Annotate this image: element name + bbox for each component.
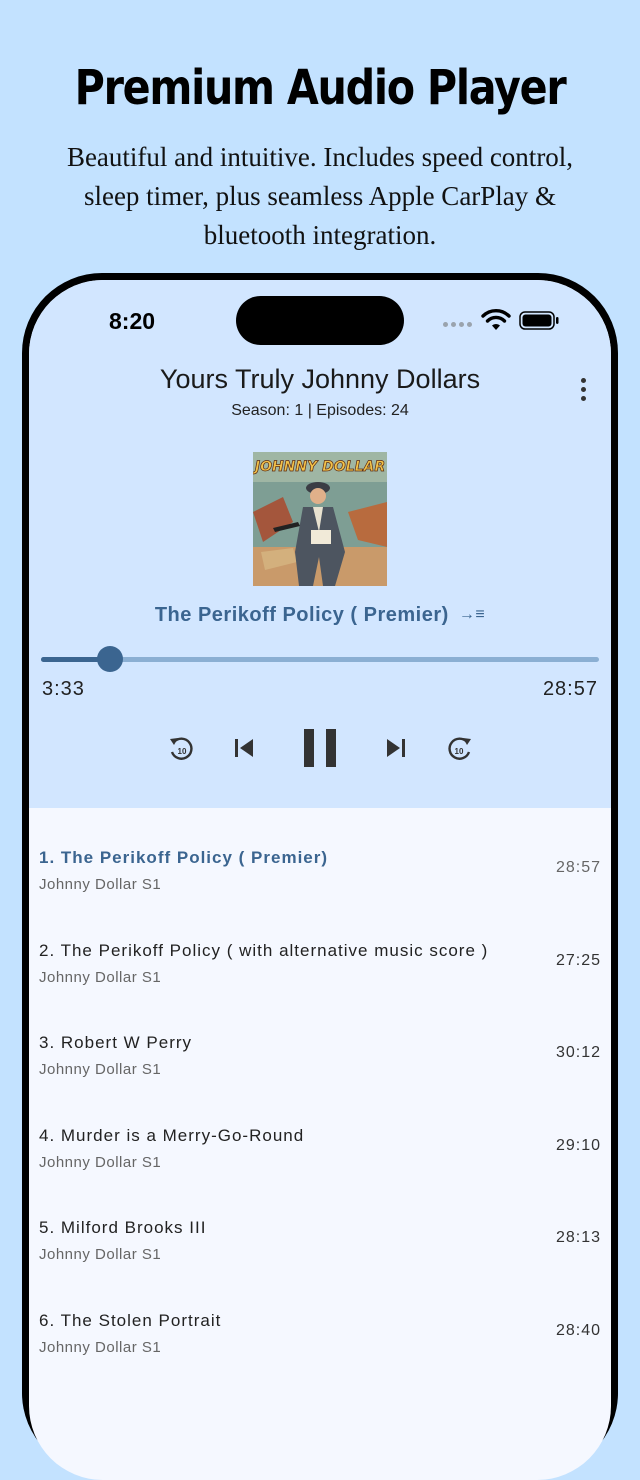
episode-title: 6. The Stolen Portrait: [39, 1310, 222, 1330]
album-title: Yours Truly Johnny Dollars: [159, 364, 481, 394]
episode-title: 5. Milford Brooks III: [39, 1218, 207, 1237]
episode-title: 4. Murder is a Merry-Go-Round: [39, 1125, 305, 1145]
skip-previous-icon[interactable]: [224, 728, 264, 768]
promo-headline: Premium Audio Player: [74, 60, 567, 116]
now-playing-title-text: The Perikoff Policy ( Premier): [154, 604, 449, 626]
episode-duration: 28:57: [555, 859, 601, 876]
episode-artist: Johnny Dollar S1: [39, 1153, 162, 1171]
episode-duration: 28:40: [555, 1321, 601, 1339]
episode-row[interactable]: 1. The Perikoff Policy ( Premier) Johnny…: [29, 808, 611, 901]
player-panel: 8:20 Yours Truly Johnny Dollars Season: …: [29, 280, 611, 808]
episode-row[interactable]: 2. The Perikoff Policy ( with alternativ…: [29, 901, 611, 994]
promo-subtext: Beautiful and intuitive. Includes speed …: [66, 142, 574, 250]
episode-row[interactable]: 3. Robert W Perry Johnny Dollar S1 30:12: [29, 993, 611, 1086]
skip-next-icon[interactable]: [376, 728, 416, 768]
episode-list: 1. The Perikoff Policy ( Premier) Johnny…: [29, 808, 611, 1363]
dynamic-island: [236, 296, 404, 345]
episode-title: 3. Robert W Perry: [39, 1033, 193, 1052]
progress-thumb[interactable]: [96, 646, 123, 672]
cover-art-text: JOHNNY DOLLAR: [253, 459, 385, 475]
episode-artist: Johnny Dollar S1: [39, 968, 162, 986]
rewind-10-icon[interactable]: 10: [161, 728, 201, 768]
elapsed-time: 3:33: [42, 678, 85, 700]
progress-slider[interactable]: [41, 646, 599, 672]
episode-title: 1. The Perikoff Policy ( Premier): [39, 848, 329, 867]
episode-duration: 30:12: [555, 1044, 601, 1061]
episode-duration: 29:10: [555, 1136, 601, 1154]
cover-art: JOHNNY DOLLAR: [253, 452, 387, 586]
episode-duration: 28:13: [555, 1229, 601, 1246]
wifi-icon: [481, 309, 511, 330]
pause-icon[interactable]: [295, 728, 345, 768]
forward-seconds-label: 10: [455, 747, 464, 756]
episode-artist: Johnny Dollar S1: [39, 876, 162, 893]
status-time: 8:20: [109, 308, 156, 334]
total-time: 28:57: [542, 678, 598, 700]
album-meta: Season: 1 | Episodes: 24: [231, 402, 409, 419]
episode-artist: Johnny Dollar S1: [39, 1246, 162, 1263]
phone-screen: 8:20 Yours Truly Johnny Dollars Season: …: [29, 280, 611, 1480]
episode-duration: 27:25: [555, 951, 601, 969]
episode-row[interactable]: 6. The Stolen Portrait Johnny Dollar S1 …: [29, 1271, 611, 1364]
cellular-signal-icon: [443, 322, 473, 328]
queue-icon[interactable]: →≡: [459, 606, 485, 624]
episode-row[interactable]: 4. Murder is a Merry-Go-Round Johnny Dol…: [29, 1086, 611, 1179]
rewind-seconds-label: 10: [178, 747, 187, 756]
episode-artist: Johnny Dollar S1: [39, 1338, 162, 1356]
forward-10-icon[interactable]: 10: [440, 728, 480, 768]
battery-icon: [519, 311, 559, 330]
now-playing-title: The Perikoff Policy ( Premier) →≡: [29, 604, 611, 627]
episode-row[interactable]: 5. Milford Brooks III Johnny Dollar S1 2…: [29, 1178, 611, 1271]
episode-title: 2. The Perikoff Policy ( with alternativ…: [39, 940, 489, 960]
episode-artist: Johnny Dollar S1: [39, 1061, 162, 1078]
more-options-icon[interactable]: [569, 378, 597, 408]
